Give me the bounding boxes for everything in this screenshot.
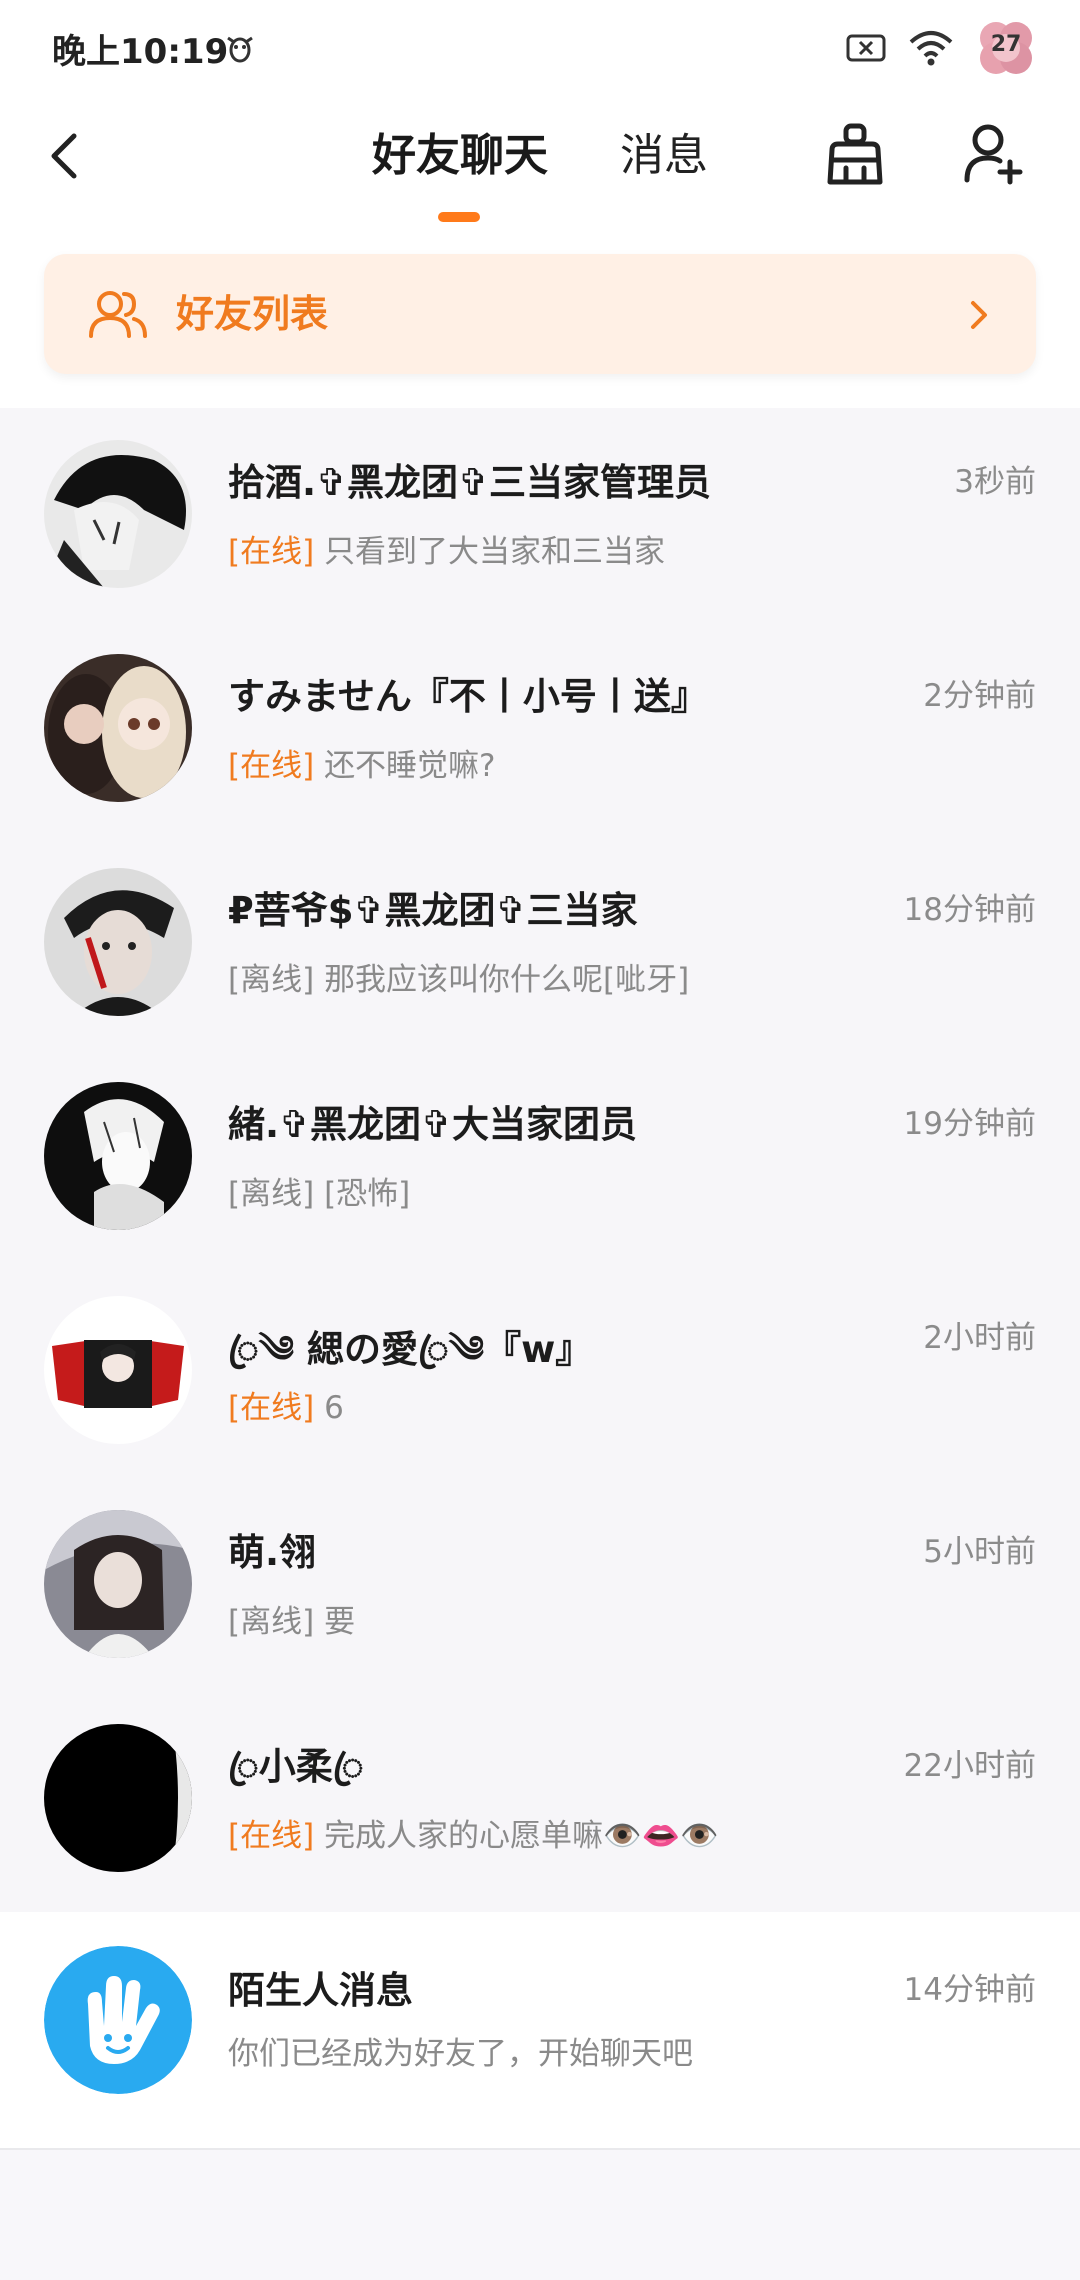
conversation-preview: [离线] 要 [228,1596,355,1641]
online-status: [在线] [228,1390,315,1426]
conversation-time: 3秒前 [954,464,1036,500]
stranger-messages-row[interactable]: 陌生人消息 14分钟前 你们已经成为好友了，开始聊天吧 [0,1912,1080,2148]
sim-error-icon [846,34,886,62]
top-nav: 好友聊天 消息 [0,96,1080,246]
avatar [44,1082,192,1230]
conversation-name: すみません『不丨小号丨送』 [228,675,708,718]
conversation-time: 5小时前 [923,1534,1036,1570]
app-notification-icon [227,36,253,63]
offline-status: [离线] [228,1176,315,1212]
offline-status: [离线] [228,962,315,998]
online-status: [在线] [228,1818,315,1854]
avatar [44,440,192,588]
last-message: 还不睡觉嘛? [324,748,496,784]
conversation-row[interactable]: 緒.✞黑龙团✞大当家团员 19分钟前 [离线] [恐怖] [0,1050,1080,1264]
notification-badge-avatar: 27 [976,18,1036,78]
notification-count: 27 [990,32,1022,57]
back-arrow-icon[interactable] [40,126,90,186]
last-message: [恐怖] [324,1176,411,1212]
conversation-name: 拾酒.✞黑龙团✞三当家管理员 [228,461,712,504]
conversation-preview: [在线] 6 [228,1382,344,1427]
conversation-row[interactable]: ꦿ༄ 緦の愛ꦿ༄『w』 2小时前 [在线] 6 [0,1264,1080,1478]
stranger-messages-preview: 你们已经成为好友了，开始聊天吧 [228,2036,693,2072]
active-tab-indicator [438,212,480,222]
avatar [44,654,192,802]
last-message: 只看到了大当家和三当家 [324,534,666,570]
tab-messages[interactable]: 消息 [620,126,708,186]
last-message: 6 [324,1390,344,1426]
online-status: [在线] [228,748,315,784]
offline-status: [离线] [228,1604,315,1640]
conversation-preview: [在线] 完成人家的心愿单嘛👁️👄👁️ [228,1810,719,1855]
avatar [44,1510,192,1658]
stranger-messages-time: 14分钟前 [903,1972,1036,2008]
conversation-name: ₽菩爷$✞黑龙团✞三当家 [228,889,638,932]
last-message: 要 [324,1604,356,1640]
clear-unread-broom-icon[interactable] [824,122,886,188]
conversation-name: 萌.翎 [228,1531,317,1574]
stranger-messages-title: 陌生人消息 [228,1969,413,2012]
conversation-row[interactable]: すみません『不丨小号丨送』 2分钟前 [在线] 还不睡觉嘛? [0,622,1080,836]
conversation-row[interactable]: 拾酒.✞黑龙团✞三当家管理员 3秒前 [在线] 只看到了大当家和三当家 [0,408,1080,622]
conversation-row[interactable]: ꦿ小柔ꦿ 22小时前 [在线] 完成人家的心愿单嘛👁️👄👁️ [0,1692,1080,1906]
conversation-list: 拾酒.✞黑龙团✞三当家管理员 3秒前 [在线] 只看到了大当家和三当家 すみませ… [0,408,1080,1912]
conversation-time: 2小时前 [923,1320,1036,1356]
chevron-right-icon [971,301,987,329]
conversation-name: ꦿ小柔ꦿ [228,1745,364,1788]
conversation-preview: [离线] [恐怖] [228,1168,410,1213]
conversation-row[interactable]: 萌.翎 5小时前 [离线] 要 [0,1478,1080,1692]
online-status: [在线] [228,534,315,570]
conversation-row[interactable]: ₽菩爷$✞黑龙团✞三当家 18分钟前 [离线] 那我应该叫你什么呢[呲牙] [0,836,1080,1050]
conversation-time: 22小时前 [903,1748,1036,1784]
conversation-preview: [在线] 还不睡觉嘛? [228,740,496,785]
friends-icon [89,291,147,338]
conversation-time: 2分钟前 [923,678,1036,714]
status-time: 晚上10:19 [52,32,229,72]
add-friend-icon[interactable] [962,120,1026,186]
conversation-preview: [在线] 只看到了大当家和三当家 [228,526,665,571]
friend-list-button[interactable]: 好友列表 [44,254,1036,374]
conversation-time: 19分钟前 [903,1106,1036,1142]
wifi-icon [909,31,953,66]
avatar [44,868,192,1016]
status-bar: 晚上10:19 27 [0,0,1080,96]
friend-list-banner-area: 好友列表 [0,246,1080,406]
avatar [44,1296,192,1444]
avatar [44,1724,192,1872]
conversation-name: 緒.✞黑龙团✞大当家团员 [228,1103,638,1146]
empty-bottom-area [0,2150,1080,2280]
tab-friend-chat[interactable]: 好友聊天 [372,126,548,186]
conversation-time: 18分钟前 [903,892,1036,928]
last-message: 完成人家的心愿单嘛👁️👄👁️ [324,1818,719,1854]
last-message: 那我应该叫你什么呢[呲牙] [324,962,690,998]
conversation-preview: [离线] 那我应该叫你什么呢[呲牙] [228,954,689,999]
stranger-avatar [44,1946,192,2094]
friend-list-label: 好友列表 [176,292,329,336]
